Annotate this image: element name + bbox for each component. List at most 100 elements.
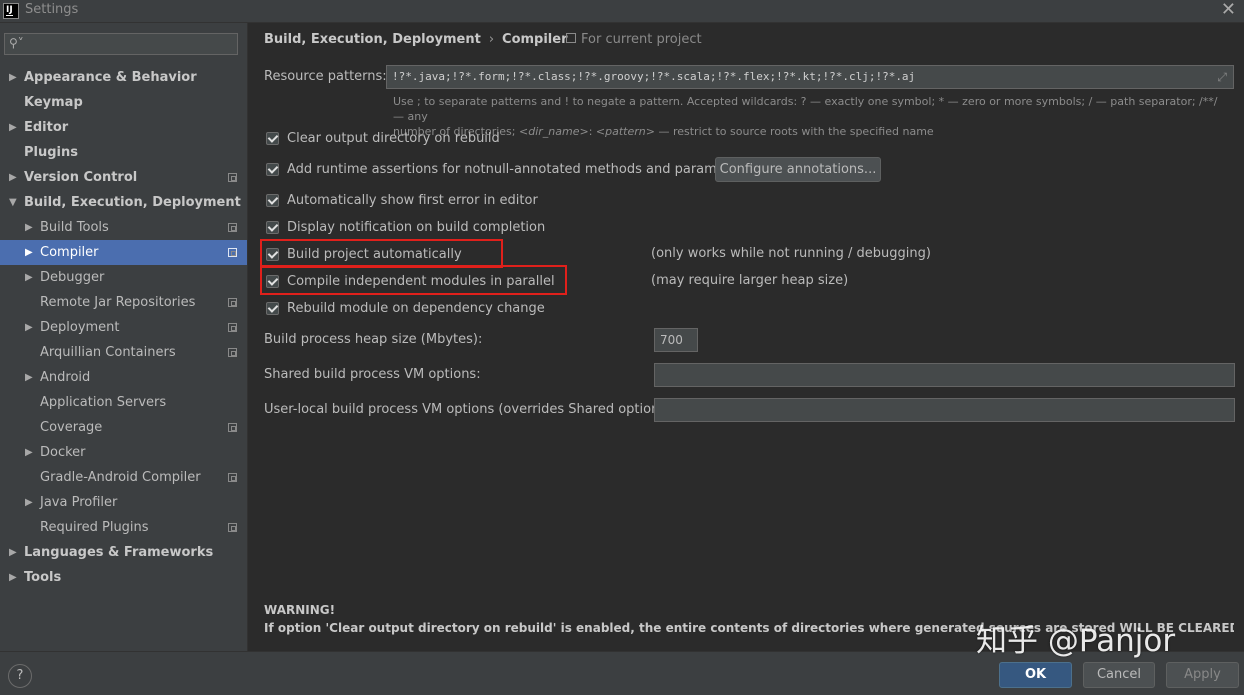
- build-automatically-note: (only works while not running / debuggin…: [651, 246, 931, 261]
- chevron-down-icon: ▼: [9, 197, 17, 208]
- close-icon[interactable]: ✕: [1221, 0, 1236, 20]
- sidebar-item-label: Arquillian Containers: [40, 345, 176, 360]
- breadcrumb-current: Compiler: [502, 32, 568, 47]
- ok-button[interactable]: OK: [999, 662, 1072, 688]
- settings-search-box[interactable]: ⚲˅: [4, 33, 238, 55]
- highlight-box-parallel: [260, 265, 567, 295]
- project-scope-icon: [228, 248, 237, 257]
- highlight-box-build-automatically: [260, 239, 503, 268]
- configure-annotations-button[interactable]: Configure annotations...: [715, 157, 881, 182]
- settings-tree: ▶ Appearance & Behavior Keymap ▶ Editor …: [0, 65, 247, 590]
- sidebar-item-coverage[interactable]: Coverage: [0, 415, 247, 440]
- project-scope-icon: [228, 348, 237, 357]
- project-scope-icon: [228, 223, 237, 232]
- sidebar-item-java-profiler[interactable]: ▶ Java Profiler: [0, 490, 247, 515]
- clear-output-label: Clear output directory on rebuild: [287, 131, 500, 146]
- sidebar-item-label: Coverage: [40, 420, 103, 435]
- expand-icon[interactable]: ⤢: [1217, 66, 1227, 88]
- sidebar-item-deployment[interactable]: ▶ Deployment: [0, 315, 247, 340]
- resource-patterns-label: Resource patterns:: [264, 69, 387, 84]
- sidebar-item-label: Languages & Frameworks: [24, 545, 214, 560]
- sidebar-item-compiler[interactable]: ▶ Compiler: [0, 240, 247, 265]
- sidebar-item-plugins[interactable]: Plugins: [0, 140, 247, 165]
- chevron-right-icon: ▶: [9, 72, 17, 83]
- hint-line-2-suffix: — restrict to source roots with the spec…: [658, 125, 934, 138]
- project-scope-icon: [228, 473, 237, 482]
- sidebar-item-label: Build Tools: [40, 220, 109, 235]
- heap-size-label: Build process heap size (Mbytes):: [264, 332, 483, 347]
- sidebar-item-label: Build, Execution, Deployment: [24, 195, 241, 210]
- sidebar-item-appearance-behavior[interactable]: ▶ Appearance & Behavior: [0, 65, 247, 90]
- sidebar-item-label: Deployment: [40, 320, 120, 335]
- sidebar-item-label: Java Profiler: [40, 495, 118, 510]
- apply-button[interactable]: Apply: [1166, 662, 1239, 688]
- sidebar-item-application-servers[interactable]: Application Servers: [0, 390, 247, 415]
- display-notification-checkbox[interactable]: [266, 221, 279, 234]
- show-first-error-label: Automatically show first error in editor: [287, 193, 538, 208]
- user-vm-options-label: User-local build process VM options (ove…: [264, 402, 676, 417]
- compiler-settings-panel: Build, Execution, Deployment › Compiler Fo…: [248, 23, 1244, 651]
- sidebar-item-remote-jar-repositories[interactable]: Remote Jar Repositories: [0, 290, 247, 315]
- chevron-right-icon: ▶: [25, 272, 33, 283]
- clear-output-checkbox[interactable]: [266, 132, 279, 145]
- rebuild-on-dependency-checkbox[interactable]: [266, 302, 279, 315]
- title-bar: IJ Settings ✕: [0, 0, 1244, 23]
- resource-patterns-input[interactable]: !?*.java;!?*.form;!?*.class;!?*.groovy;!…: [386, 65, 1234, 89]
- sidebar-item-build-execution-deployment[interactable]: ▼ Build, Execution, Deployment: [0, 190, 247, 215]
- rebuild-on-dependency-label: Rebuild module on dependency change: [287, 301, 545, 316]
- chevron-right-icon: ▶: [9, 122, 17, 133]
- sidebar-item-build-tools[interactable]: ▶ Build Tools: [0, 215, 247, 240]
- search-input[interactable]: [25, 35, 237, 55]
- sidebar-item-label: Application Servers: [40, 395, 167, 410]
- sidebar-item-android[interactable]: ▶ Android: [0, 365, 247, 390]
- sidebar-item-gradle-android-compiler[interactable]: Gradle-Android Compiler: [0, 465, 247, 490]
- shared-vm-options-label: Shared build process VM options:: [264, 367, 481, 382]
- runtime-assertions-checkbox[interactable]: [266, 163, 279, 176]
- scope-label: For current project: [581, 32, 702, 47]
- sidebar-item-version-control[interactable]: ▶ Version Control: [0, 165, 247, 190]
- sidebar-item-label: Docker: [40, 445, 86, 460]
- project-scope-icon: [228, 523, 237, 532]
- chevron-right-icon: ▶: [9, 172, 17, 183]
- sidebar-item-required-plugins[interactable]: Required Plugins: [0, 515, 247, 540]
- sidebar-item-keymap[interactable]: Keymap: [0, 90, 247, 115]
- cancel-button[interactable]: Cancel: [1083, 662, 1155, 688]
- hint-dir-name: <dir_name>: [519, 125, 589, 138]
- project-scope-icon: [228, 173, 237, 182]
- sidebar-item-label: Android: [40, 370, 91, 385]
- project-scope-icon: [228, 298, 237, 307]
- breadcrumb-separator: ›: [488, 32, 495, 47]
- help-button[interactable]: ?: [8, 664, 32, 688]
- user-vm-options-input[interactable]: [654, 398, 1235, 422]
- breadcrumb-parent[interactable]: Build, Execution, Deployment: [264, 32, 481, 47]
- sidebar-item-label: Version Control: [24, 170, 138, 185]
- sidebar-item-label: Editor: [24, 120, 69, 135]
- chevron-right-icon: ▶: [25, 222, 33, 233]
- sidebar-item-label: Remote Jar Repositories: [40, 295, 196, 310]
- sidebar-item-debugger[interactable]: ▶ Debugger: [0, 265, 247, 290]
- heap-size-input[interactable]: [654, 328, 698, 352]
- chevron-right-icon: ▶: [25, 322, 33, 333]
- window-title: Settings: [25, 2, 79, 17]
- search-icon: ⚲˅: [9, 36, 24, 50]
- hint-pattern: <pattern>: [595, 125, 655, 138]
- hint-line-1: Use ; to separate patterns and ! to nega…: [393, 95, 1218, 123]
- sidebar-item-languages-frameworks[interactable]: ▶ Languages & Frameworks: [0, 540, 247, 565]
- chevron-right-icon: ▶: [25, 497, 33, 508]
- sidebar-item-label: Required Plugins: [40, 520, 149, 535]
- chevron-right-icon: ▶: [25, 247, 33, 258]
- hint-line-2: number of directories; <dir_name>: <patt…: [393, 124, 1228, 139]
- sidebar-item-arquillian-containers[interactable]: Arquillian Containers: [0, 340, 247, 365]
- intellij-logo-icon: IJ: [3, 3, 19, 19]
- sidebar-item-editor[interactable]: ▶ Editor: [0, 115, 247, 140]
- sidebar-item-tools[interactable]: ▶ Tools: [0, 565, 247, 590]
- runtime-assertions-label: Add runtime assertions for notnull-annot…: [287, 162, 751, 177]
- resource-patterns-hint: Use ; to separate patterns and ! to nega…: [393, 94, 1228, 139]
- sidebar-item-label: Compiler: [40, 245, 99, 260]
- shared-vm-options-input[interactable]: [654, 363, 1235, 387]
- show-first-error-checkbox[interactable]: [266, 194, 279, 207]
- sidebar-item-label: Gradle-Android Compiler: [40, 470, 201, 485]
- sidebar-item-docker[interactable]: ▶ Docker: [0, 440, 247, 465]
- breadcrumb: Build, Execution, Deployment › Compiler: [264, 32, 568, 47]
- sidebar-item-label: Tools: [24, 570, 62, 585]
